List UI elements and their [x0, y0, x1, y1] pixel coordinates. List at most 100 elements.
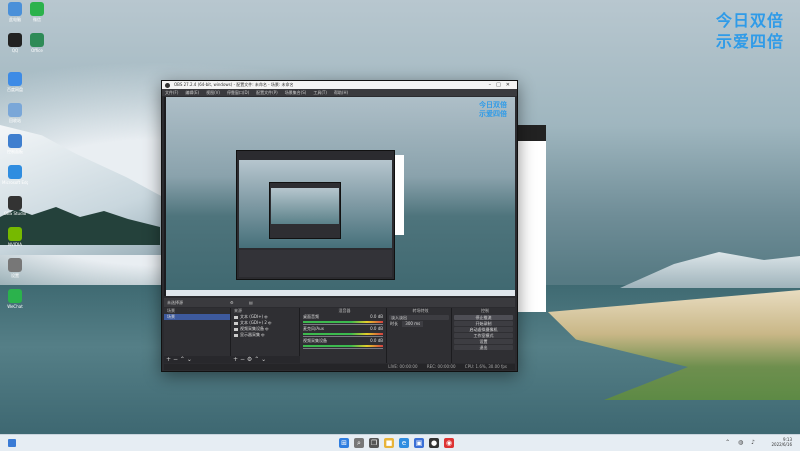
obs-window[interactable]: OBS 27.2.4 (64-bit, windows) - 配置文件: 未命名…: [161, 80, 518, 372]
preview-watermark: 今日双倍 示爱四倍: [479, 101, 507, 119]
app-icon: [8, 289, 22, 303]
desktop-icon[interactable]: 设置: [2, 258, 28, 278]
app-icon: [8, 258, 22, 272]
scene-item[interactable]: 场景: [164, 314, 230, 320]
control-button[interactable]: 开始录制: [454, 321, 513, 326]
preview-canvas[interactable]: 今日双倍 示爱四倍: [164, 97, 515, 296]
move-down-icon[interactable]: ⌄: [187, 356, 192, 363]
add-scene-button[interactable]: +: [166, 356, 171, 363]
obs-icon[interactable]: ●: [429, 438, 439, 448]
menu-item[interactable]: 视图(V): [206, 90, 220, 95]
mixer-channel-header: 麦克风/Aux 0.0 dB: [300, 326, 386, 332]
preview-taskbar: [166, 290, 515, 296]
preview-watermark-line-2: 示爱四倍: [479, 110, 507, 118]
desktop-icon[interactable]: Office: [24, 33, 50, 53]
edge-icon[interactable]: e: [399, 438, 409, 448]
transition-select[interactable]: 淡入淡出: [389, 315, 449, 320]
control-button[interactable]: 退出: [454, 345, 513, 350]
file-explorer-icon[interactable]: ■: [384, 438, 394, 448]
volume-slider[interactable]: [303, 324, 383, 325]
menu-item[interactable]: 工具(T): [313, 90, 327, 95]
rec-timer: REC: 00:00:00: [426, 364, 456, 369]
watermark-text: 今日双倍 示爱四倍: [716, 10, 784, 52]
control-button[interactable]: 停止推流: [454, 315, 513, 320]
clock-date: 2022/6/16: [771, 442, 792, 447]
volume-slider[interactable]: [303, 336, 383, 337]
preview-watermark-line-1: 今日双倍: [479, 101, 507, 109]
visibility-icon[interactable]: 👁: [263, 315, 268, 319]
visibility-icon[interactable]: 👁: [267, 321, 272, 325]
widgets-icon[interactable]: [8, 439, 16, 447]
mixer-channel-header: 视频采集设备 0.0 dB: [300, 338, 386, 344]
desktop-icon[interactable]: OBS Studio: [2, 196, 28, 216]
search-icon[interactable]: ⌕: [354, 438, 364, 448]
transition-duration-row: 时长 300 ms: [387, 321, 451, 327]
store-icon[interactable]: ▣: [414, 438, 424, 448]
menu-item[interactable]: 停靠窗口(D): [227, 90, 249, 95]
properties-button[interactable]: ⚙: [230, 298, 234, 307]
maximize-icon[interactable]: □: [496, 82, 506, 88]
app-icon: [8, 134, 22, 148]
status-bar: LIVE: 00:00:00 REC: 00:00:00 CPU: 1.6%, …: [164, 364, 515, 370]
visibility-icon[interactable]: 👁: [260, 333, 265, 337]
cpu-usage: CPU: 1.6%, 30.00 fps: [464, 364, 507, 369]
source-toolbar: 未选择源 ⚙ ▤: [164, 298, 515, 307]
minimize-icon[interactable]: –: [489, 82, 497, 88]
preview-nested-obs-2: [269, 182, 341, 239]
filters-button[interactable]: ▤: [249, 298, 253, 307]
menu-item[interactable]: 文件(F): [165, 90, 178, 95]
desktop-icon[interactable]: WeChat: [2, 289, 28, 309]
controls-dock-title: 控制: [481, 308, 489, 313]
source-label: 文本 (GDI+): [240, 314, 264, 319]
control-button[interactable]: 工作室模式: [454, 333, 513, 338]
live-timer: LIVE: 00:00:00: [388, 364, 418, 369]
taskbar: ⊞ ⌕ ❐ ■ e ▣ ● ◉ ⌃ ◍ ♪ 9:13 2022/6/16: [0, 434, 800, 451]
desktop-icon-label: OBS Studio: [3, 211, 27, 216]
move-down-icon[interactable]: ⌄: [261, 356, 266, 363]
task-view-icon[interactable]: ❐: [369, 438, 379, 448]
menu-item[interactable]: 配置文件(P): [256, 90, 278, 95]
mixer-channel: 桌面音频 0.0 dB: [300, 314, 386, 325]
desktop-icon[interactable]: 百度网盘: [2, 72, 28, 92]
clock[interactable]: 9:13 2022/6/16: [771, 437, 792, 447]
move-up-icon[interactable]: ⌃: [180, 356, 185, 363]
scenes-list: 场景: [164, 314, 230, 320]
dock-area: 场景 场景 + − ⌃ ⌄ 来源 文本 (GDI+) 👁 文本 (GDI+) 2 …: [164, 308, 515, 363]
desktop-icon[interactable]: 控制面板: [2, 134, 28, 154]
source-type-icon: [234, 333, 238, 337]
windows-start-icon[interactable]: ⊞: [339, 438, 349, 448]
desktop-icon[interactable]: 微信: [24, 2, 50, 22]
mixer-channel-header: 桌面音频 0.0 dB: [300, 314, 386, 320]
preview-nested-canvas-2: [271, 188, 339, 224]
duration-input[interactable]: 300 ms: [402, 321, 424, 327]
source-properties-icon[interactable]: ⚙: [247, 356, 252, 363]
mixer-channel-name: 桌面音频: [303, 314, 319, 319]
add-source-button[interactable]: +: [233, 356, 238, 363]
visibility-icon[interactable]: 👁: [264, 327, 269, 331]
desktop-icon[interactable]: NVIDIA: [2, 227, 28, 247]
close-icon[interactable]: ✕: [506, 82, 515, 88]
menu-item[interactable]: 帮助(H): [334, 90, 348, 95]
browser-icon[interactable]: ◉: [444, 438, 454, 448]
app-icon: [30, 2, 44, 16]
volume-slider[interactable]: [303, 348, 383, 349]
obs-titlebar[interactable]: OBS 27.2.4 (64-bit, windows) - 配置文件: 未命名…: [162, 81, 517, 89]
control-button[interactable]: 启动虚拟摄像机: [454, 327, 513, 332]
remove-source-button[interactable]: −: [240, 356, 245, 363]
desktop-icon-label: 微信: [33, 17, 41, 22]
menu-item[interactable]: 场景集合(S): [285, 90, 307, 95]
remove-scene-button[interactable]: −: [173, 356, 178, 363]
mixer-channel: 视频采集设备 0.0 dB: [300, 338, 386, 349]
control-button[interactable]: 设置: [454, 339, 513, 344]
menu-item[interactable]: 编辑(E): [185, 90, 199, 95]
system-tray[interactable]: ⌃ ◍ ♪: [725, 439, 758, 446]
mixer-channel: 麦克风/Aux 0.0 dB: [300, 326, 386, 337]
scenes-footer: + − ⌃ ⌄: [164, 356, 232, 363]
desktop-icon[interactable]: Microsoft Edge: [2, 165, 28, 185]
desktop-icon[interactable]: 回收站: [2, 103, 28, 123]
window-controls[interactable]: –□✕: [489, 81, 515, 89]
app-icon: [8, 227, 22, 241]
move-up-icon[interactable]: ⌃: [254, 356, 259, 363]
source-type-icon: [234, 327, 238, 331]
source-item[interactable]: 显示器采集 👁: [231, 332, 299, 338]
